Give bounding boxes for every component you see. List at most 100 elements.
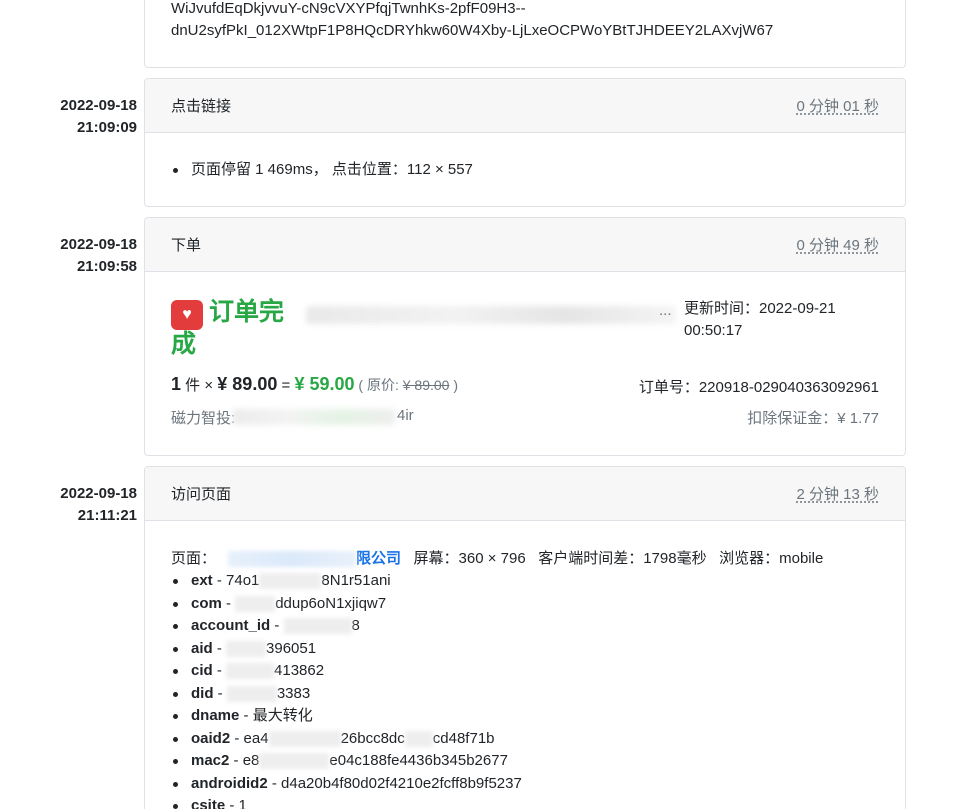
param-key: csite xyxy=(191,797,226,809)
event-card-order: 下单 0 分钟 49 秒 ♥ 订单完 成 ... 更新时间：2022-09-21… xyxy=(144,217,906,456)
param-key: com xyxy=(191,594,222,612)
list-item: mac2 - e8 e04c188fe4436b345b2677 xyxy=(171,750,879,773)
event-time: 21:11:21 xyxy=(77,507,137,524)
param-value: cd48f71b xyxy=(432,729,495,747)
event-title: 下单 xyxy=(171,237,202,254)
page-link[interactable]: 限公司 xyxy=(356,550,401,567)
redacted-merchant xyxy=(233,409,395,425)
event-duration[interactable]: 0 分钟 49 秒 xyxy=(796,234,879,255)
param-value: e8 xyxy=(242,752,260,769)
browser-type: 浏览器：mobile xyxy=(719,550,824,567)
price-line: 1 件 × ¥ 89.00 = ¥ 59.00 ( 原价: ¥ 89.00 ) xyxy=(171,374,458,395)
param-value: 396051 xyxy=(266,639,317,657)
event-date: 2022-09-18 xyxy=(60,236,137,253)
order-summary: ♥ 订单完 成 ... 更新时间：2022-09-21 00:50:17 1 件… xyxy=(171,296,879,427)
event-timestamp: 2022-09-18 21:09:58 xyxy=(0,234,137,278)
redacted-value xyxy=(226,685,277,702)
event-card-token: WiJvufdEqDkjvvuY-cN9cVXYPfqjTwnhKs-2pfF0… xyxy=(144,0,906,68)
event-date: 2022-09-18 xyxy=(60,97,137,114)
heart-badge-icon: ♥ xyxy=(171,300,203,330)
card-header: 下单 0 分钟 49 秒 xyxy=(145,218,905,272)
event-time: 21:09:09 xyxy=(76,119,137,136)
param-value: 74o1 xyxy=(226,572,260,589)
paid-price: ¥ 59.00 xyxy=(294,374,355,394)
param-key: account_id xyxy=(191,617,271,634)
param-value: 最大转化 xyxy=(252,707,313,724)
param-value: ddup6oN1xjiqw7 xyxy=(275,594,387,612)
merchant-label: 磁力智投: xyxy=(171,410,236,427)
order-number: 订单号：220918-029040363092961 xyxy=(638,379,879,396)
list-item: oaid2 - ea4 26bcc8dc cd48f71b xyxy=(171,728,879,751)
list-item: did - 3383 xyxy=(171,683,879,706)
param-list: ext - 74o1 8N1r51ani com - ddup6oN1xjiqw7… xyxy=(171,570,879,809)
quantity-unit: 件 × xyxy=(181,377,218,394)
param-value: 413862 xyxy=(274,662,325,679)
event-time: 21:09:58 xyxy=(76,258,137,275)
screen-size: 屏幕：360 × 796 xyxy=(413,550,526,567)
redacted-value xyxy=(235,595,276,612)
redacted-value xyxy=(283,618,352,635)
list-item: cid - 413862 xyxy=(171,660,879,683)
event-card-page-visit: 访问页面 2 分钟 13 秒 页面： 限公司 屏幕：360 × 796 客户端时间… xyxy=(144,466,906,809)
order-status-title-part2: 成 xyxy=(171,330,197,358)
card-header: 访问页面 2 分钟 13 秒 xyxy=(145,467,905,521)
page-info-line: 页面： 限公司 屏幕：360 × 796 客户端时间差：1798毫秒 浏览器：mo… xyxy=(171,548,879,570)
unit-price: ¥ 89.00 xyxy=(217,374,278,394)
page-label: 页面： xyxy=(171,550,217,567)
order-status-title-part1: 订单完 xyxy=(209,298,285,326)
param-value: 26bcc8dc xyxy=(340,729,405,747)
event-card-click-link: 点击链接 0 分钟 01 秒 页面停留 1 469ms， 点击位置：112 × … xyxy=(144,78,906,207)
redacted-value xyxy=(404,730,433,747)
token-line-1: WiJvufdEqDkjvvuY-cN9cVXYPfqjTwnhKs-2pfF0… xyxy=(171,0,526,17)
param-key: oaid2 xyxy=(191,729,231,747)
order-update-time: 更新时间：2022-09-21 00:50:17 xyxy=(684,298,884,342)
equals-sign: = xyxy=(277,377,295,394)
update-label: 更新时间：2022-09-21 xyxy=(684,300,836,317)
quantity: 1 xyxy=(171,374,182,394)
detail-list: 页面停留 1 469ms， 点击位置：112 × 557 xyxy=(171,133,879,181)
merchant-suffix: 4ir xyxy=(397,407,414,424)
param-value: 1 xyxy=(238,797,247,809)
param-key: cid xyxy=(191,662,213,679)
orig-suffix: ) xyxy=(449,377,459,393)
redacted-value xyxy=(226,663,275,680)
redacted-value xyxy=(268,730,341,747)
product-name-ellipsis: ... xyxy=(659,302,672,319)
event-timestamp: 2022-09-18 21:11:21 xyxy=(0,483,137,527)
order-status-title: 订单完 成 xyxy=(171,296,309,358)
list-item: dname - 最大转化 xyxy=(171,705,879,728)
param-value: 3383 xyxy=(276,684,311,702)
original-price: ¥ 89.00 xyxy=(402,377,450,393)
client-time-diff: 客户端时间差：1798毫秒 xyxy=(538,550,707,567)
param-value: 8N1r51ani xyxy=(321,572,391,589)
orig-prefix: ( 原价: xyxy=(354,377,403,393)
param-value: ea4 xyxy=(243,729,269,747)
event-duration[interactable]: 2 分钟 13 秒 xyxy=(796,483,879,504)
list-item: 页面停留 1 469ms， 点击位置：112 × 557 xyxy=(171,159,879,181)
list-item: androidid2 - d4a20b4f80d02f4210e2fcff8b9… xyxy=(171,773,879,796)
list-item: csite - 1 xyxy=(171,795,879,809)
token-line-2: dnU2syfPkI_012XWtpF1P8HQcDRYhkw60W4Xby-L… xyxy=(171,22,774,39)
list-item: com - ddup6oN1xjiqw7 xyxy=(171,593,879,616)
redacted-value xyxy=(259,573,322,590)
list-item: ext - 74o1 8N1r51ani xyxy=(171,570,879,593)
param-key: mac2 xyxy=(191,752,230,769)
param-value: d4a20b4f80d02f4210e2fcff8b9f5237 xyxy=(281,774,522,792)
redacted-page-link xyxy=(228,551,357,568)
param-key: ext xyxy=(191,572,213,589)
deducted-deposit: 扣除保证金：¥ 1.77 xyxy=(747,410,879,427)
event-title: 访问页面 xyxy=(171,486,232,503)
update-time: 00:50:17 xyxy=(684,322,743,339)
event-timestamp: 2022-09-18 21:09:09 xyxy=(0,95,137,139)
event-title: 点击链接 xyxy=(171,98,232,115)
redacted-value xyxy=(226,640,267,657)
redacted-product-name xyxy=(306,306,676,324)
param-key: androidid2 xyxy=(191,774,268,792)
list-item: account_id - 8 xyxy=(171,615,879,638)
list-item: aid - 396051 xyxy=(171,638,879,661)
param-value: e04c188fe4436b345b2677 xyxy=(329,752,508,769)
event-duration[interactable]: 0 分钟 01 秒 xyxy=(796,95,879,116)
param-key: aid xyxy=(191,639,213,657)
event-date: 2022-09-18 xyxy=(60,485,137,502)
param-key: did xyxy=(191,684,214,702)
